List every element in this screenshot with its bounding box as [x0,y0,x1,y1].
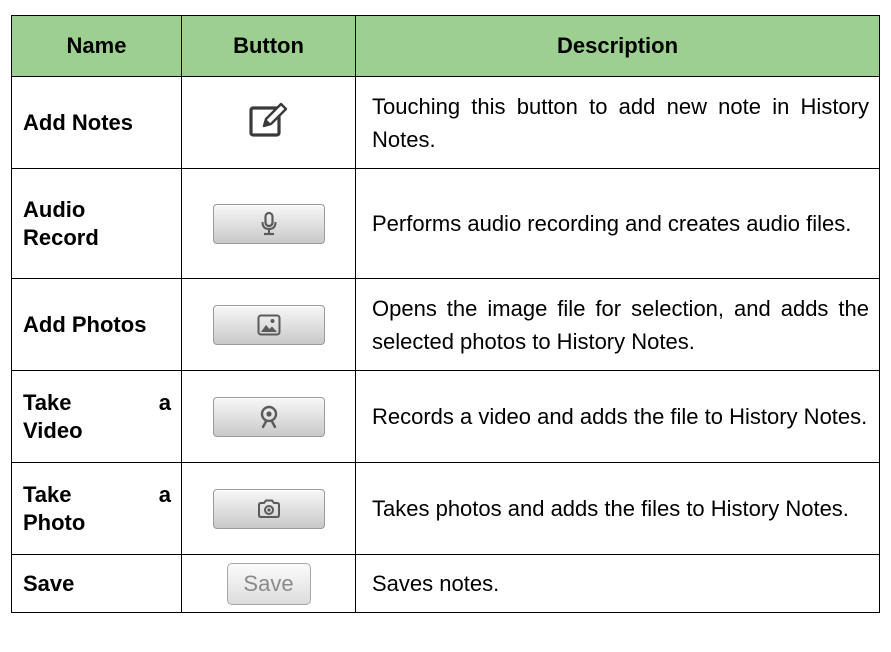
take-video-button[interactable] [212,396,325,437]
row-name-add-photos: Add Photos [11,278,182,371]
table-row: Take a Video Records a video and adds th… [11,370,880,463]
image-icon [257,314,280,335]
header-name: Name [11,15,182,77]
table-row: Add Notes Touching this button to add ne… [11,76,880,169]
row-button-cell [181,462,356,555]
row-description: Saves notes. [355,554,880,613]
row-name-take-photo: Take a Photo [11,462,182,555]
table-row: Audio Record Performs audio recording an… [11,168,880,279]
header-description: Description [355,15,880,77]
row-name-add-notes: Add Notes [11,76,182,169]
name-line: Take a [23,481,171,507]
name-line: Record [23,224,99,250]
name-line: Audio [23,196,86,222]
row-description: Performs audio recording and creates aud… [355,168,880,279]
webcam-icon [260,405,277,428]
row-name-audio-record: Audio Record [11,168,182,279]
table-row: Add Photos Opens the image file for sele… [11,278,880,371]
row-description: Records a video and adds the file to His… [355,370,880,463]
row-description: Touching this button to add new note in … [355,76,880,169]
row-button-cell [181,278,356,371]
table-row: Take a Photo Takes photos and adds the f… [11,462,880,555]
take-photo-button[interactable] [212,488,325,529]
add-photos-button[interactable] [212,304,325,345]
row-name-take-video: Take a Video [11,370,182,463]
row-button-cell [181,370,356,463]
table-row: Save Save Saves notes. [11,554,880,613]
name-line: Take a [23,389,171,415]
button-reference-table: Name Button Description Add Notes Touchi… [11,15,880,613]
save-button[interactable]: Save [226,562,311,605]
table-header-row: Name Button Description [11,15,880,77]
microphone-icon [261,211,276,235]
row-button-cell [181,76,356,169]
row-button-cell [181,168,356,279]
audio-record-button[interactable] [212,203,325,244]
row-button-cell: Save [181,554,356,613]
name-line: Photo [23,509,86,535]
camera-icon [257,499,280,518]
row-description: Opens the image file for selection, and … [355,278,880,371]
header-button: Button [181,15,356,77]
row-description: Takes photos and adds the files to Histo… [355,462,880,555]
name-line: Video [23,417,83,443]
row-name-save: Save [11,554,182,613]
edit-note-icon[interactable] [248,102,289,143]
